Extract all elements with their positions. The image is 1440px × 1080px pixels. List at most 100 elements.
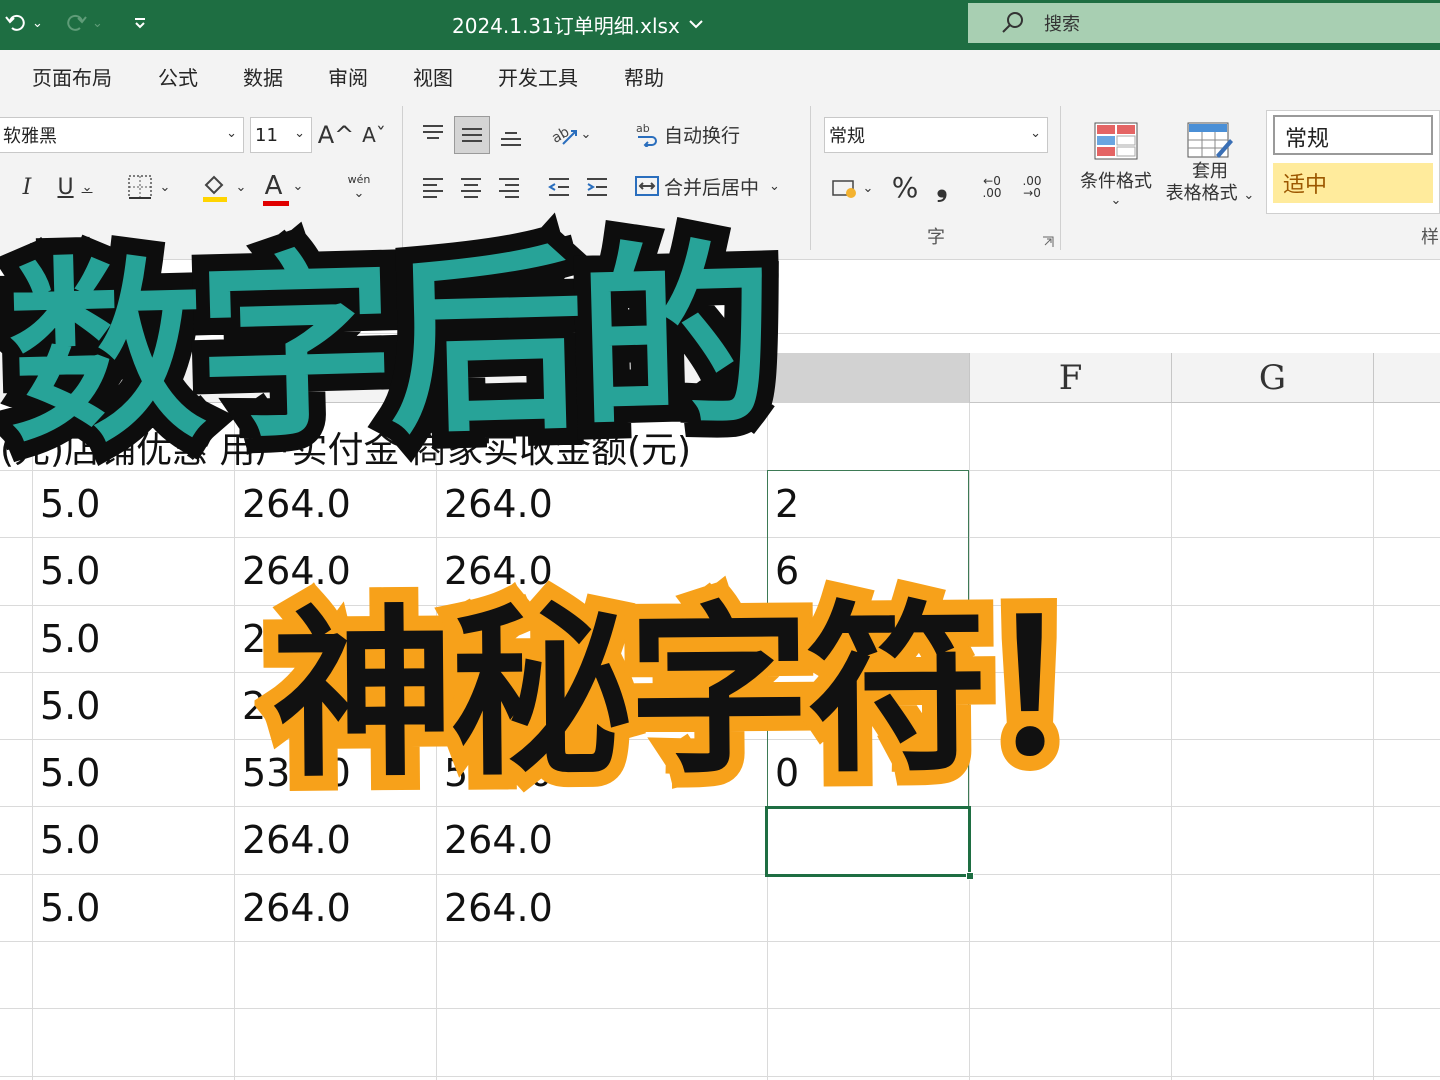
conditional-formatting-label: 条件格式 (1080, 170, 1152, 192)
percent-icon: % (891, 170, 919, 204)
fill-handle[interactable] (966, 872, 974, 880)
column-header-f-label: F (1058, 358, 1083, 398)
file-name: 2024.1.31订单明细.xlsx (452, 13, 680, 38)
cell-a7[interactable]: 5.0 (32, 874, 100, 941)
cell-b7[interactable]: 264.0 (234, 874, 351, 941)
format-as-table-label-1: 套用 (1192, 161, 1228, 182)
column-header-f[interactable]: F (969, 353, 1171, 403)
wrap-text-icon: ab (636, 122, 657, 147)
tab-formulas[interactable]: 公式 (158, 62, 198, 91)
chevron-down-icon: ⌄ (1243, 188, 1255, 203)
cell-c6[interactable]: 264.0 (436, 806, 553, 873)
undo-button[interactable]: ⌄ (4, 8, 43, 38)
group-separator (1060, 106, 1061, 250)
format-as-table-button[interactable]: 套用 表格格式 ⌄ (1160, 112, 1260, 216)
conditional-formatting-button[interactable]: 条件格式 ⌄ (1070, 112, 1162, 216)
cell-a4[interactable]: 5.0 (32, 672, 100, 739)
wrap-text-button[interactable]: ab 自动换行 (634, 116, 754, 152)
customize-quick-access-icon (135, 18, 145, 29)
cell-a3[interactable]: 5.0 (32, 605, 100, 672)
number-format-value: 常规 (829, 126, 865, 147)
overlay-title-line-2: 神秘字符！ (256, 567, 1178, 817)
search-placeholder: 搜索 (1044, 14, 1080, 35)
cell-c7[interactable]: 264.0 (436, 874, 553, 941)
font-name-select[interactable]: 软雅黑 ⌄ (0, 117, 244, 153)
tab-review[interactable]: 审阅 (328, 62, 368, 91)
phonetic-label: wén (347, 173, 371, 186)
grid-row-line (0, 1076, 1440, 1077)
active-cell[interactable] (765, 806, 971, 877)
redo-button[interactable]: ⌄ (64, 8, 103, 38)
chevron-down-icon: ⌄ (159, 179, 171, 195)
tab-page-layout[interactable]: 页面布局 (32, 62, 112, 91)
accounting-format-button[interactable]: ⌄ (826, 170, 878, 206)
cell-c1[interactable]: 264.0 (436, 470, 553, 537)
styles-group-label: 样 (1420, 224, 1440, 248)
chevron-down-icon: ⌄ (769, 178, 780, 194)
chevron-down-icon: ⌄ (1030, 126, 1041, 141)
comma-style-button[interactable]: ❟ (928, 168, 956, 206)
number-format-select[interactable]: 常规 ⌄ (824, 117, 1048, 153)
cell-style-normal[interactable]: 常规 (1273, 115, 1433, 155)
decrease-font-size-icon: Aˇ (362, 123, 386, 147)
redo-icon (67, 14, 87, 31)
ribbon-tabs: 页面布局 公式 数据 审阅 视图 开发工具 帮助 (0, 50, 1440, 100)
decrease-decimal-button[interactable]: .00 →0 (1014, 170, 1050, 204)
cell-a5[interactable]: 5.0 (32, 739, 100, 806)
percent-style-button[interactable]: % (888, 168, 922, 206)
tab-view[interactable]: 视图 (413, 62, 453, 91)
comma-icon: ❟ (936, 170, 948, 203)
chevron-down-icon: ⌄ (32, 15, 43, 31)
grid-row-line (0, 1008, 1440, 1009)
cell-b1[interactable]: 264.0 (234, 470, 351, 537)
increase-font-size-button[interactable]: A^ (317, 118, 355, 152)
column-header-e[interactable] (767, 353, 969, 403)
grid-row-line (0, 537, 1440, 538)
increase-decimal-button[interactable]: ←0 .00 (974, 170, 1010, 204)
cell-style-normal-label: 常规 (1285, 127, 1330, 152)
increase-font-size-icon: A^ (317, 121, 355, 149)
text-orientation-icon: ab (549, 124, 577, 147)
decrease-font-size-button[interactable]: Aˇ (358, 118, 390, 152)
align-bottom-icon (501, 132, 521, 146)
cell-a6[interactable]: 5.0 (32, 806, 100, 873)
styles-group-label-text: 样 (1421, 227, 1439, 248)
italic-icon: I (22, 174, 32, 200)
align-middle-icon (462, 128, 482, 142)
number-group-label-text: 字 (927, 227, 945, 248)
column-header-g[interactable]: G (1171, 353, 1373, 403)
cell-styles-gallery: 常规 适中 (1266, 110, 1440, 214)
column-header-g-label: G (1258, 358, 1287, 398)
format-as-table-label-2-wrap: 表格格式 ⌄ (1166, 183, 1255, 207)
cell-b6[interactable]: 264.0 (234, 806, 351, 873)
cell-style-neutral[interactable]: 适中 (1273, 163, 1433, 203)
number-format-dialog-launcher[interactable] (1040, 234, 1056, 250)
grid-column-line (1373, 403, 1374, 1080)
search-box[interactable]: 搜索 (968, 3, 1440, 43)
align-middle-button[interactable] (454, 116, 490, 154)
svg-text:ab: ab (549, 124, 572, 147)
grid-row-line (0, 941, 1440, 942)
dialog-launcher-icon (1043, 236, 1054, 247)
format-as-table-icon (1187, 122, 1233, 158)
overlay-title-line-1: 数字后的 (0, 206, 788, 488)
customize-quick-access-button[interactable] (132, 8, 148, 38)
tab-data[interactable]: 数据 (243, 62, 283, 91)
chevron-down-icon: ⌄ (92, 15, 103, 31)
document-title[interactable]: 2024.1.31订单明细.xlsx (452, 10, 704, 38)
orientation-button[interactable]: ab ⌄ (544, 116, 596, 152)
tab-help[interactable]: 帮助 (624, 62, 664, 91)
align-top-button[interactable] (418, 116, 448, 150)
align-bottom-button[interactable] (496, 120, 526, 154)
conditional-formatting-icon (1094, 122, 1138, 159)
font-size-select[interactable]: 11 ⌄ (250, 117, 312, 153)
cell-a2[interactable]: 5.0 (32, 537, 100, 604)
svg-text:ab: ab (636, 122, 650, 135)
column-header-h[interactable] (1373, 353, 1440, 403)
number-group-label: 字 (926, 224, 946, 248)
grid-row-line (0, 874, 1440, 875)
accounting-format-icon (831, 180, 856, 198)
title-bar: ⌄ ⌄ 2024.1.31订单明细.xlsx 搜索 (0, 0, 1440, 50)
decrease-decimal-icon: .00 →0 (1022, 174, 1042, 200)
tab-developer[interactable]: 开发工具 (498, 62, 578, 91)
